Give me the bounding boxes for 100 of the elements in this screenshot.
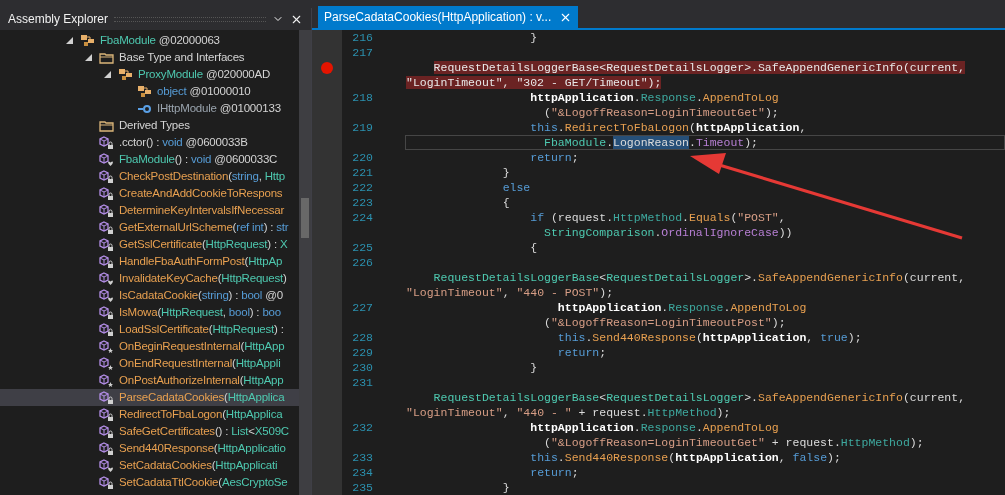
method-lock-icon	[99, 203, 114, 218]
code-line: httpApplication.Response.AppendToLog	[529, 89, 779, 106]
method-heart-icon	[99, 288, 114, 303]
code-line: this.Send440Response(httpApplication, true);	[556, 329, 862, 346]
tree-item-label: DetermineKeyIntervalsIfNecessar	[119, 202, 285, 218]
class-icon	[118, 68, 133, 81]
tree-item[interactable]: IsMowa(HttpRequest, bool) : boo	[0, 304, 299, 321]
tree-item[interactable]: ParseCadataCookies(HttpApplica	[0, 389, 299, 406]
method-star-icon	[99, 373, 114, 388]
line-number: 223	[352, 194, 373, 211]
code-line: {	[501, 194, 510, 211]
code-line: this.Send440Response(httpApplication, false);	[529, 449, 841, 466]
editor-tab[interactable]: ParseCadataCookies(HttpApplication) : v...	[318, 6, 579, 28]
code-line: "LoginTimeout", "440 - " + request.HttpMethod);	[406, 404, 731, 421]
code-line: this.RedirectToFbaLogon(httpApplication,	[529, 119, 807, 136]
tree-item[interactable]: SetCadataCookies(HttpApplicati	[0, 457, 299, 474]
expanded-triangle-icon[interactable]	[66, 37, 73, 44]
tree-item[interactable]: IHttpModule @01000133	[0, 100, 299, 117]
tree-item[interactable]: Send440Response(HttpApplicatio	[0, 440, 299, 457]
method-lock-icon	[99, 475, 114, 490]
tree-item[interactable]: InvalidateKeyCache(HttpRequest)	[0, 270, 299, 287]
code-line: return;	[529, 149, 579, 166]
tree-item[interactable]: FbaModule() : void @0600033C	[0, 151, 299, 168]
tree-item[interactable]: CheckPostDestination(string, Http	[0, 168, 299, 185]
tree-item[interactable]: Base Type and Interfaces	[0, 49, 299, 66]
tree-item-label: SetCadataCookies(HttpApplicati	[119, 457, 278, 473]
code-line: }	[501, 164, 510, 181]
code-line: return;	[556, 344, 607, 361]
class-icon	[137, 85, 152, 98]
tree-item[interactable]: OnPostAuthorizeInternal(HttpApp	[0, 372, 299, 389]
tree-item[interactable]: .cctor() : void @0600033B	[0, 134, 299, 151]
method-lock-icon	[99, 254, 114, 269]
scrollbar-thumb[interactable]	[301, 198, 309, 238]
line-number: 233	[352, 449, 373, 466]
code-line: }	[529, 359, 538, 376]
tree-item-label: FbaModule @02000063	[100, 32, 220, 48]
method-heart-icon	[99, 271, 114, 286]
tree-item-label: ProxyModule @020000AD	[138, 66, 271, 82]
line-number: 219	[352, 119, 373, 136]
code-line: return;	[529, 464, 579, 481]
line-number: 226	[352, 254, 373, 271]
tree-item-label: Send440Response(HttpApplicatio	[119, 440, 286, 456]
line-number: 234	[352, 464, 373, 481]
tree-item-label: SetCadataTtlCookie(AesCryptoSe	[119, 474, 288, 490]
expanded-triangle-icon[interactable]	[104, 71, 111, 78]
code-line: httpApplication.Response.AppendToLog	[556, 299, 807, 316]
tree-item-label: OnEndRequestInternal(HttpAppli	[119, 355, 281, 371]
line-number: 220	[352, 149, 373, 166]
tree-item-label: IHttpModule @01000133	[157, 100, 281, 116]
tree-item-label: SafeGetCertificates() : List<X509C	[119, 423, 289, 439]
code-line: httpApplication.Response.AppendToLog	[529, 419, 779, 436]
method-lock-icon	[99, 305, 114, 320]
tree-item-label: FbaModule() : void @0600033C	[119, 151, 278, 167]
tree-item[interactable]: ProxyModule @020000AD	[0, 66, 299, 83]
tree-item-label: CheckPostDestination(string, Http	[119, 168, 285, 184]
code-line: {	[529, 239, 538, 256]
code-line: RequestDetailsLoggerBase<RequestDetailsLogger>.SafeAppendGenericInfo(current,	[432, 389, 966, 406]
tree-item[interactable]: GetExternalUrlScheme(ref int) : str	[0, 219, 299, 236]
code-line: StringComparison.OrdinalIgnoreCase))	[543, 224, 793, 241]
line-number: 217	[352, 44, 373, 61]
expanded-triangle-icon[interactable]	[85, 54, 92, 61]
tree-item[interactable]: HandleFbaAuthFormPost(HttpAp	[0, 253, 299, 270]
tree-item[interactable]: IsCadataCookie(string) : bool @0	[0, 287, 299, 304]
line-number: 230	[352, 359, 373, 376]
tree-item[interactable]: OnBeginRequestInternal(HttpApp	[0, 338, 299, 355]
tree-item[interactable]: SafeGetCertificates() : List<X509C	[0, 423, 299, 440]
tree-item-label: GetExternalUrlScheme(ref int) : str	[119, 219, 289, 235]
code-line: if (request.HttpMethod.Equals("POST",	[529, 209, 786, 226]
line-number: 232	[352, 419, 373, 436]
method-star-icon	[99, 356, 114, 371]
method-lock-icon	[99, 390, 114, 405]
line-number: 229	[352, 344, 373, 361]
class-icon	[80, 34, 95, 47]
tree-item-label: object @01000010	[157, 83, 251, 99]
tree-item-label: Derived Types	[119, 117, 190, 133]
folder-icon	[99, 51, 114, 64]
tree-item[interactable]: OnEndRequestInternal(HttpAppli	[0, 355, 299, 372]
tree-item[interactable]: FbaModule @02000063	[0, 32, 299, 49]
tree-item[interactable]: LoadSslCertificate(HttpRequest) :	[0, 321, 299, 338]
tree-item-label: ParseCadataCookies(HttpApplica	[119, 389, 285, 405]
tree-item-label: InvalidateKeyCache(HttpRequest)	[119, 270, 287, 286]
tree-item-label: Base Type and Interfaces	[119, 49, 245, 65]
tree-item[interactable]: DetermineKeyIntervalsIfNecessar	[0, 202, 299, 219]
method-lock-icon	[99, 220, 114, 235]
tree-item-label: LoadSslCertificate(HttpRequest) :	[119, 321, 284, 337]
tree-item-label: GetSslCertificate(HttpRequest) : X	[119, 236, 288, 252]
method-lock-icon	[99, 237, 114, 252]
tree-item[interactable]: CreateAndAddCookieToRespons	[0, 185, 299, 202]
tree-item[interactable]: SetCadataTtlCookie(AesCryptoSe	[0, 474, 299, 491]
tree-item-label: RedirectToFbaLogon(HttpApplica	[119, 406, 283, 422]
tree-item[interactable]: RedirectToFbaLogon(HttpApplica	[0, 406, 299, 423]
code-line: ("&LogoffReason=LoginTimeoutPost");	[543, 314, 786, 331]
code-line: FbaModule.LogonReason.Timeout);	[543, 134, 758, 151]
tree-item-label: HandleFbaAuthFormPost(HttpAp	[119, 253, 283, 269]
line-number: 224	[352, 209, 373, 226]
tree-item-label: CreateAndAddCookieToRespons	[119, 185, 283, 201]
tree-item[interactable]: GetSslCertificate(HttpRequest) : X	[0, 236, 299, 253]
tree-item[interactable]: Derived Types	[0, 117, 299, 134]
code-line: "LoginTimeout", "440 - POST");	[406, 284, 614, 301]
tree-item[interactable]: object @01000010	[0, 83, 299, 100]
